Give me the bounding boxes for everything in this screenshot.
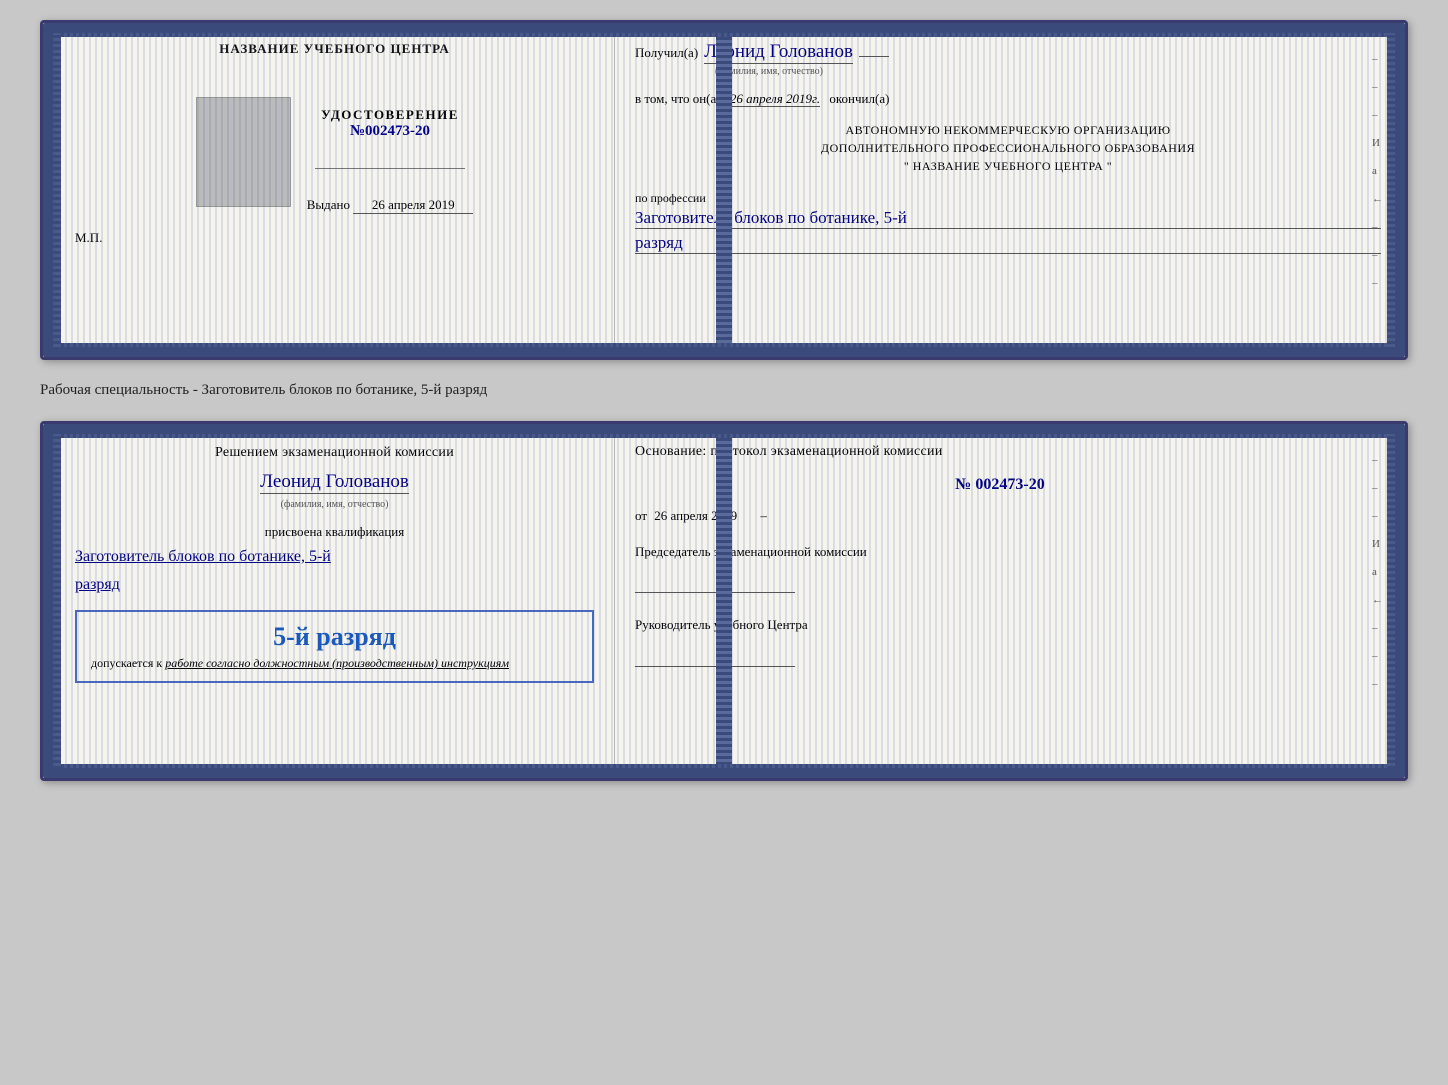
chairman-block: Председатель экзаменационной комиссии: [635, 542, 1365, 594]
cert-number-block: УДОСТОВЕРЕНИЕ №002473-20: [321, 107, 459, 140]
recipient-line: Получил(а) Леонид Голованов: [635, 41, 1381, 64]
admit-text: допускается к работе согласно должностны…: [91, 656, 578, 671]
cert-label: УДОСТОВЕРЕНИЕ: [321, 107, 459, 123]
profession-block: по профессии Заготовитель блоков по бота…: [635, 191, 1381, 254]
side-mark-r9: –: [1372, 678, 1383, 690]
side-mark-3: –: [1372, 109, 1383, 121]
admit-italic: работе согласно должностным (производств…: [165, 656, 509, 670]
stamp-label: М.П.: [75, 230, 102, 246]
left-binding: [43, 23, 61, 357]
bottom-binding-2: [61, 764, 1387, 778]
name-caption-2: (фамилия, имя, отчество): [281, 499, 389, 510]
profession-label: по профессии: [635, 191, 1381, 206]
side-mark-5: а: [1372, 165, 1383, 177]
cert-number: №002473-20: [321, 123, 459, 140]
right-binding: [1387, 23, 1405, 357]
rank-value-1: разряд: [635, 233, 1381, 254]
decision-title: Решением экзаменационной комиссии: [75, 442, 594, 463]
protocol-number: № 002473-20: [635, 476, 1365, 494]
side-mark-r7: –: [1372, 622, 1383, 634]
left-binding-2: [43, 424, 61, 778]
side-mark-1: –: [1372, 53, 1383, 65]
side-mark-9: –: [1372, 277, 1383, 289]
person-name: Леонид Голованов: [260, 471, 409, 494]
photo-placeholder: [196, 97, 291, 207]
center-binding-2: [716, 438, 732, 764]
org-block: АВТОНОМНУЮ НЕКОММЕРЧЕСКУЮ ОРГАНИЗАЦИЮ ДО…: [635, 121, 1381, 175]
side-mark-2: –: [1372, 81, 1383, 93]
side-mark-7: –: [1372, 221, 1383, 233]
right-binding-2: [1387, 424, 1405, 778]
top-binding: [61, 23, 1387, 37]
training-center-title: НАЗВАНИЕ УЧЕБНОГО ЦЕНТРА: [219, 41, 450, 57]
side-mark-4: И: [1372, 137, 1383, 149]
top-binding-2: [61, 424, 1387, 438]
qualification-label: присвоена квалификация: [75, 524, 594, 540]
profession-value: Заготовитель блоков по ботанике, 5-й: [635, 208, 1381, 229]
side-mark-r2: –: [1372, 482, 1383, 494]
side-mark-r1: –: [1372, 454, 1383, 466]
side-mark-r4: И: [1372, 538, 1383, 550]
center-binding: [716, 37, 732, 343]
admit-box: 5-й разряд допускается к работе согласно…: [75, 610, 594, 683]
center-head-label: Руководитель учебного Центра: [635, 615, 1365, 635]
completion-date: 26 апреля 2019г.: [730, 91, 820, 107]
issued-line: Выдано 26 апреля 2019: [307, 197, 474, 214]
protocol-date: от 26 апреля 2019 –: [635, 508, 1365, 524]
side-mark-8: –: [1372, 249, 1383, 261]
rank-value-2: разряд: [75, 576, 594, 594]
chairman-label: Председатель экзаменационной комиссии: [635, 542, 1365, 562]
bottom-binding: [61, 343, 1387, 357]
side-mark-r6: ←: [1372, 594, 1383, 606]
side-mark-r5: а: [1372, 566, 1383, 578]
basis-title: Основание: протокол экзаменационной коми…: [635, 442, 1365, 462]
issued-date: 26 апреля 2019: [353, 197, 473, 214]
certificate-card-1: НАЗВАНИЕ УЧЕБНОГО ЦЕНТРА УДОСТОВЕРЕНИЕ №…: [40, 20, 1408, 360]
center-head-block: Руководитель учебного Центра: [635, 615, 1365, 667]
side-mark-r3: –: [1372, 510, 1383, 522]
date-line-1: в том, что он(а) 26 апреля 2019г. окончи…: [635, 91, 1381, 107]
specialty-label: Рабочая специальность - Заготовитель бло…: [40, 378, 1408, 403]
admit-rank: 5-й разряд: [91, 622, 578, 652]
name-caption-1: (фамилия, имя, отчество): [715, 66, 1381, 77]
certificate-card-2: Решением экзаменационной комиссии Леонид…: [40, 421, 1408, 781]
side-mark-r8: –: [1372, 650, 1383, 662]
qualification-value: Заготовитель блоков по ботанике, 5-й: [75, 548, 594, 566]
side-mark-6: ←: [1372, 193, 1383, 205]
person-name-block: Леонид Голованов (фамилия, имя, отчество…: [75, 471, 594, 512]
